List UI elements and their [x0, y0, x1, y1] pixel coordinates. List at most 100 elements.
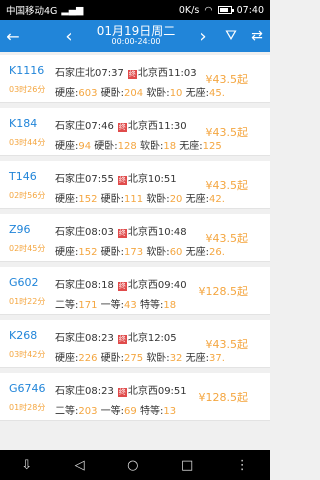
departure-time: 07:46: [85, 121, 114, 132]
filter-icon[interactable]: ⛛: [218, 28, 244, 44]
terminal-station-icon: 终: [117, 388, 127, 397]
seat-label: 无座:: [185, 194, 209, 205]
arrival-station: 北京西: [127, 227, 158, 238]
arrival-station: 北京西: [127, 121, 158, 132]
train-card[interactable]: Z96 02时45分 石家庄08:03 终北京西10:48 ¥43.5起 硬座:152 硬…: [0, 214, 270, 262]
seat-availability: 硬座:226 硬卧:275 软卧:32 无座:37...: [55, 349, 225, 364]
terminal-station-icon: 终: [117, 229, 127, 238]
train-card[interactable]: G602 01时22分 石家庄08:18 终北京西09:40 ¥128.5起 二等:171…: [0, 267, 270, 315]
seat-label: 特等:: [139, 406, 164, 417]
seat-count: 45...: [208, 88, 225, 99]
seat-label: 无座:: [179, 141, 203, 152]
departure-time: 07:37: [95, 68, 124, 79]
train-card[interactable]: K1116 03时26分 石家庄北07:37 终北京西11:03 ¥43.5起 硬座:60…: [0, 55, 270, 103]
train-code: K1116: [9, 64, 45, 77]
seat-count: 125: [202, 141, 222, 152]
route: 石家庄北07:37 终北京西11:03: [55, 64, 197, 79]
route: 石家庄08:23 终北京12:05: [55, 329, 177, 344]
battery-icon: [217, 6, 234, 14]
train-code: G602: [9, 276, 39, 289]
next-day-icon[interactable]: ›: [188, 26, 218, 47]
recent-apps-icon[interactable]: □: [181, 458, 193, 473]
arrival-time: 09:51: [157, 386, 187, 397]
seat-count: 603: [78, 88, 98, 99]
departure-station: 石家庄: [55, 333, 85, 344]
seat-count: 128: [117, 141, 137, 152]
seat-label: 二等:: [55, 406, 79, 417]
seat-label: 一等:: [100, 406, 125, 417]
travel-duration: 03时44分: [9, 138, 46, 147]
route: 石家庄08:18 终北京西09:40: [55, 276, 187, 291]
travel-duration: 02时45分: [9, 244, 46, 253]
train-code: Z96: [9, 223, 31, 236]
seat-label: 硬座:: [55, 247, 79, 258]
arrival-time: 11:30: [157, 121, 187, 132]
train-list: K1116 03时26分 石家庄北07:37 终北京西11:03 ¥43.5起 硬座:60…: [0, 52, 270, 450]
seat-count: 152: [78, 247, 98, 258]
time-range-label: 00:00-24:00: [111, 37, 161, 47]
arrival-station: 北京: [127, 333, 148, 344]
seat-label: 硬卧:: [100, 194, 125, 205]
arrival-station: 北京西: [127, 280, 158, 291]
seat-availability: 二等:171 一等:43 特等:18: [55, 296, 225, 311]
seat-count: 60: [169, 247, 183, 258]
terminal-station-icon: 终: [117, 123, 127, 132]
date-selector[interactable]: 01月19日周二 00:00-24:00: [84, 24, 188, 47]
nav-bar: ⇩ ◁ ○ □ ⋮: [0, 450, 270, 480]
arrival-station: 北京: [127, 174, 148, 185]
seat-label: 硬卧:: [100, 88, 125, 99]
back-icon[interactable]: ←: [0, 27, 26, 46]
prev-day-icon[interactable]: ‹: [54, 26, 84, 47]
route: 石家庄08:03 终北京西10:48: [55, 223, 187, 238]
arrival-time: 09:40: [157, 280, 187, 291]
departure-time: 08:18: [85, 280, 114, 291]
menu-nav-icon[interactable]: ⋮: [236, 458, 249, 473]
hide-nav-icon[interactable]: ⇩: [21, 458, 32, 473]
departure-time: 08:23: [85, 333, 114, 344]
train-card[interactable]: K268 03时42分 石家庄08:23 终北京12:05 ¥43.5起 硬座:226 硬…: [0, 320, 270, 368]
seat-count: 275: [124, 353, 144, 364]
departure-time: 08:23: [85, 386, 114, 397]
seat-count: 10: [169, 88, 183, 99]
departure-station: 石家庄: [55, 386, 85, 397]
home-nav-icon[interactable]: ○: [127, 458, 138, 473]
seat-label: 硬卧:: [100, 247, 125, 258]
wifi-icon: ◠: [204, 4, 213, 16]
seat-availability: 硬座:152 硬卧:173 软卧:60 无座:26...: [55, 243, 225, 258]
route: 石家庄07:46 终北京西11:30: [55, 117, 187, 132]
seat-count: 69: [124, 406, 137, 417]
seat-count: 32: [169, 353, 183, 364]
seat-count: 43: [124, 300, 137, 311]
status-bar: 中国移动4G ▂▄▆ 0K/s ◠ 07:40: [0, 0, 270, 20]
seat-label: 硬座:: [55, 353, 79, 364]
seat-count: 173: [124, 247, 144, 258]
seat-count: 20: [169, 194, 183, 205]
route: 石家庄07:55 终北京10:51: [55, 170, 177, 185]
seat-label: 硬座:: [55, 88, 79, 99]
seat-label: 硬卧:: [100, 353, 125, 364]
departure-station: 石家庄: [55, 227, 85, 238]
seat-count: 171: [78, 300, 98, 311]
back-nav-icon[interactable]: ◁: [75, 458, 85, 473]
seat-count: 226: [78, 353, 98, 364]
header-bar: ← ‹ 01月19日周二 00:00-24:00 › ⛛ ⇄: [0, 20, 270, 52]
arrival-time: 11:03: [167, 68, 197, 79]
seat-count: 18: [163, 141, 177, 152]
train-card[interactable]: G6746 01时28分 石家庄08:23 终北京西09:51 ¥128.5起 二等:20…: [0, 373, 270, 421]
seat-count: 94: [78, 141, 92, 152]
seat-count: 26...: [208, 247, 225, 258]
seat-count: 18: [163, 300, 177, 311]
swap-icon[interactable]: ⇄: [244, 28, 270, 44]
seat-label: 无座:: [185, 247, 209, 258]
seat-label: 硬座:: [55, 194, 79, 205]
train-card[interactable]: K184 03时44分 石家庄07:46 终北京西11:30 ¥43.5起 硬座:94 硬…: [0, 108, 270, 156]
seat-label: 无座:: [185, 88, 209, 99]
network-speed: 0K/s: [178, 4, 200, 16]
seat-label: 二等:: [55, 300, 79, 311]
arrival-time: 12:05: [147, 333, 177, 344]
travel-duration: 02时56分: [9, 191, 46, 200]
train-card[interactable]: T146 02时56分 石家庄07:55 终北京10:51 ¥43.5起 硬座:152 硬…: [0, 161, 270, 209]
seat-label: 一等:: [100, 300, 125, 311]
carrier-label: 中国移动4G: [6, 6, 58, 17]
arrival-time: 10:48: [157, 227, 187, 238]
